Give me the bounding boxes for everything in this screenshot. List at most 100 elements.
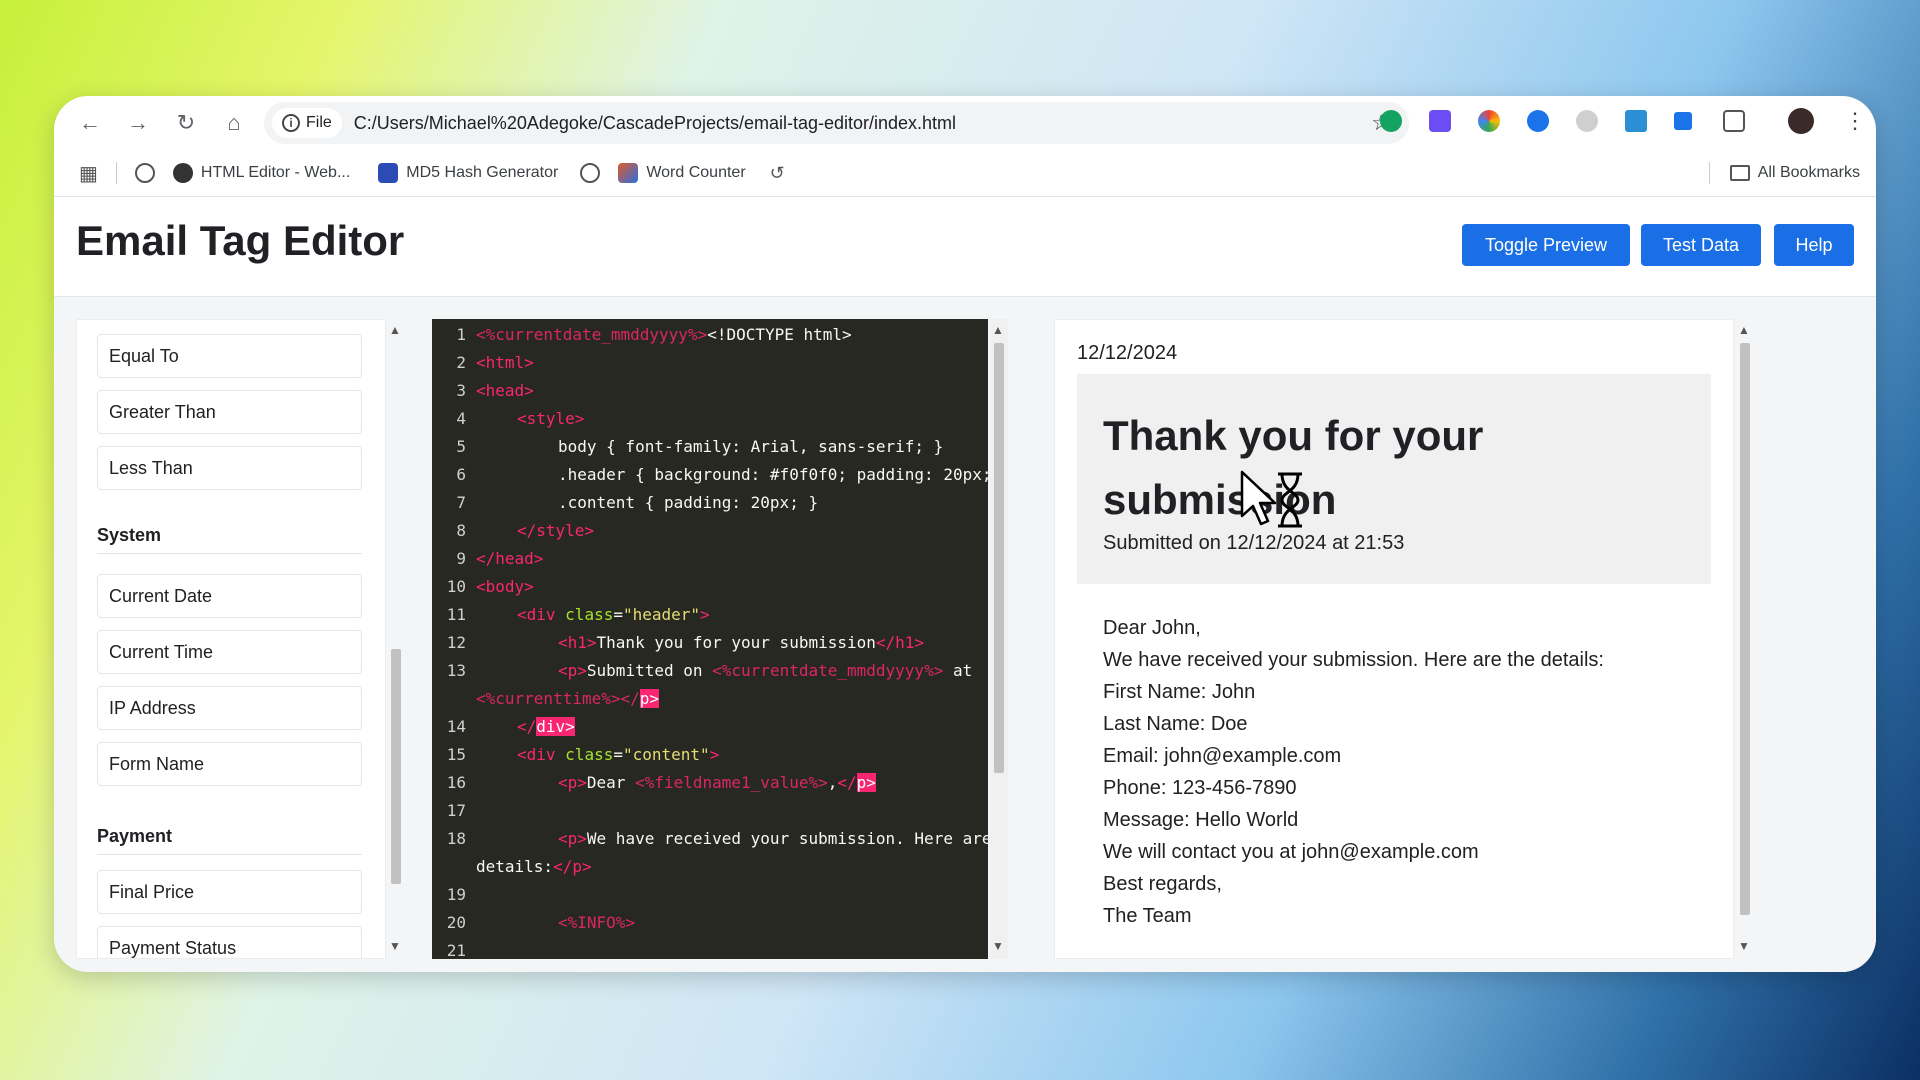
folder-icon [1729, 165, 1750, 181]
code-line: details:</p> [432, 853, 988, 881]
code-token: <p> [558, 773, 587, 792]
preview-line: Message: Hello World [1103, 809, 1299, 831]
map-extension-icon[interactable] [1625, 110, 1647, 132]
preview-line: We have received your submission. Here a… [1103, 649, 1604, 671]
all-bookmarks-button[interactable]: All Bookmarks [1729, 164, 1860, 182]
preview-line: We will contact you at john@example.com [1103, 841, 1479, 863]
preview-scrollbar[interactable]: ▲ ▼ [1736, 319, 1754, 959]
globe-icon[interactable] [134, 163, 155, 183]
kebab-menu-icon[interactable]: ⋮ [1844, 108, 1866, 134]
code-token: details: [476, 857, 554, 876]
code-token: , [827, 773, 838, 792]
scroll-up-icon[interactable]: ▲ [992, 323, 1004, 337]
line-number: 18 [446, 829, 466, 848]
address-bar[interactable]: i File C:/Users/Michael%20Adegoke/Cascad… [264, 102, 1409, 144]
preview-line: Last Name: Doe [1103, 713, 1248, 735]
code-line: 15 <div class="content"> [432, 741, 988, 769]
line-number: 12 [446, 633, 466, 652]
bookmarks-divider [1708, 162, 1710, 184]
preview-line: Best regards, [1103, 873, 1222, 895]
code-line: 20 <%INFO%> [432, 909, 988, 937]
line-number: 1 [456, 325, 466, 344]
line-number: 2 [456, 353, 466, 372]
tag-final-price[interactable]: Final Price [97, 870, 362, 914]
code-token: <!DOCTYPE html> [707, 325, 852, 344]
scroll-down-icon[interactable]: ▼ [992, 939, 1004, 953]
help-button[interactable]: Help [1774, 224, 1854, 266]
code-line: 19 [432, 881, 988, 909]
line-number: 19 [446, 885, 466, 904]
code-token: p> [856, 773, 876, 792]
app-header: Email Tag Editor Toggle Preview Test Dat… [54, 197, 1876, 297]
code-line: 2 <html> [432, 349, 988, 377]
scroll-up-icon[interactable]: ▲ [389, 323, 401, 337]
code-token: div> [536, 717, 575, 736]
scroll-down-icon[interactable]: ▼ [389, 939, 401, 953]
tag-greater-than[interactable]: Greater Than [97, 390, 362, 434]
avatar[interactable] [1788, 108, 1814, 134]
code-token: .header { background: #f0f0f0; padding: … [558, 465, 988, 484]
code-token: </ [517, 717, 537, 736]
tag-current-time[interactable]: Current Time [97, 630, 362, 674]
history-icon[interactable]: ↺ [770, 163, 785, 184]
tag-equal-to[interactable]: Equal To [97, 334, 362, 378]
email-preview: 12/12/2024 Thank you for your submission… [1054, 319, 1734, 959]
scroll-thumb[interactable] [1740, 343, 1750, 915]
bookmark-label: HTML Editor - Web... [200, 164, 351, 181]
url-text[interactable]: C:/Users/Michael%20Adegoke/CascadeProjec… [354, 113, 956, 134]
reload-icon[interactable]: ↻ [162, 103, 210, 143]
line-number: 5 [456, 437, 466, 456]
extensions-menu-icon[interactable] [1723, 110, 1745, 132]
section-divider [97, 553, 362, 554]
line-number: 11 [446, 605, 466, 624]
bookmark-html-editor[interactable]: HTML Editor - Web... [172, 163, 351, 183]
scroll-thumb[interactable] [994, 343, 1004, 773]
scroll-down-icon[interactable]: ▼ [1738, 939, 1750, 953]
sidebar-scrollbar[interactable]: ▲ ▼ [387, 319, 405, 959]
code-token: <h1> [558, 633, 597, 652]
bookmarks-bar: ▦ HTML Editor - Web... MD5 Hash Generato… [54, 150, 1876, 196]
home-icon[interactable]: ⌂ [210, 103, 258, 143]
line-number: 6 [456, 465, 466, 484]
back-icon[interactable]: ← [66, 103, 114, 143]
toggle-preview-button[interactable]: Toggle Preview [1462, 224, 1630, 266]
d-extension-icon[interactable] [1429, 110, 1451, 132]
code-editor[interactable]: 1 <%currentdate_mmddyyyy%><!DOCTYPE html>… [432, 319, 988, 959]
bookmark-md5[interactable]: MD5 Hash Generator [378, 163, 558, 183]
code-token: Dear [586, 773, 636, 792]
search-extension-icon[interactable] [1527, 110, 1549, 132]
site-info-chip[interactable]: i File [272, 108, 342, 138]
preview-line: Phone: 123-456-7890 [1103, 777, 1297, 799]
md5-icon [378, 163, 399, 183]
preview-date: 12/12/2024 [1077, 342, 1178, 364]
code-line: 6 .header { background: #f0f0f0; padding:… [432, 461, 988, 489]
test-data-button[interactable]: Test Data [1641, 224, 1761, 266]
code-line: 18 <p>We have received your submission. H… [432, 825, 988, 853]
apps-grid-icon[interactable]: ▦ [79, 161, 98, 186]
scroll-up-icon[interactable]: ▲ [1738, 323, 1750, 337]
tag-form-name[interactable]: Form Name [97, 742, 362, 786]
forward-icon[interactable]: → [114, 103, 162, 143]
tag-current-date[interactable]: Current Date [97, 574, 362, 618]
code-token: <%currenttime%></ [476, 689, 640, 708]
color-picker-extension-icon[interactable] [1478, 110, 1500, 132]
site-chip-label: File [306, 114, 332, 131]
code-token: We have received your submission. Here a… [586, 829, 988, 848]
code-token: <head> [476, 381, 534, 400]
globe-icon[interactable] [580, 163, 601, 183]
editor-scrollbar[interactable]: ▲ ▼ [990, 319, 1008, 959]
k-extension-icon[interactable] [1576, 110, 1598, 132]
grammarly-extension-icon[interactable] [1380, 110, 1402, 132]
puzzle-extension-icon[interactable] [1674, 112, 1692, 130]
tag-payment-status[interactable]: Payment Status [97, 926, 362, 958]
code-token: p> [639, 689, 660, 708]
code-token: class [565, 605, 614, 624]
scroll-thumb[interactable] [391, 649, 401, 884]
code-line: 1 <%currentdate_mmddyyyy%><!DOCTYPE html> [432, 321, 988, 349]
code-token: Submitted on [586, 661, 713, 680]
tag-ip-address[interactable]: IP Address [97, 686, 362, 730]
tag-less-than[interactable]: Less Than [97, 446, 362, 490]
code-token: <div [517, 605, 566, 624]
line-number: 13 [446, 661, 466, 680]
bookmark-word-counter[interactable]: Word Counter [618, 163, 746, 183]
